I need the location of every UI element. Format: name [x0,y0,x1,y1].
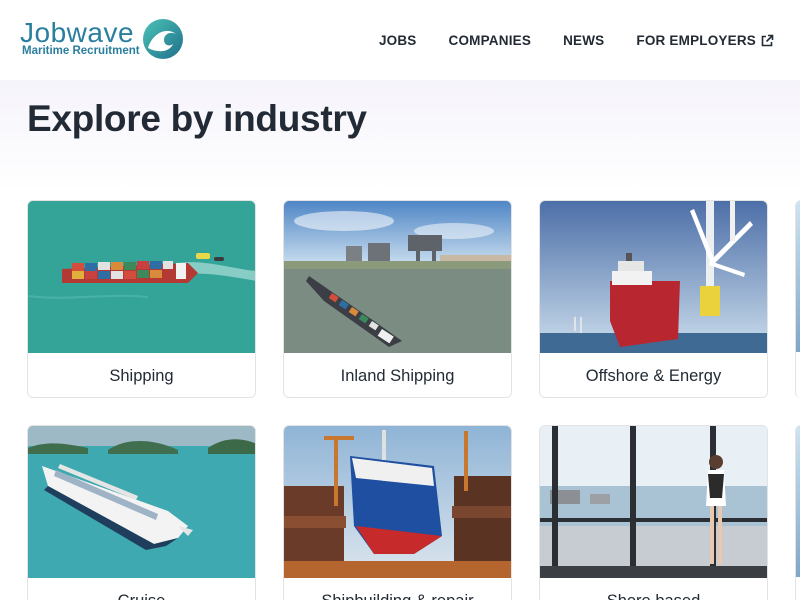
industry-card-label: Cruise [28,578,255,600]
shipbuilding-repair-image [284,426,511,578]
partial-card-image [796,200,800,352]
partial-card-image [796,425,800,577]
shipping-image [28,201,255,353]
nav-companies[interactable]: COMPANIES [449,33,532,49]
nav-jobs[interactable]: JOBS [379,33,417,49]
wave-icon [143,19,183,59]
nav-news-label: NEWS [563,33,605,48]
nav-jobs-label: JOBS [378,33,417,48]
industry-card-shipbuilding-repair[interactable]: Shipbuilding & repair [283,425,512,600]
nav-news[interactable]: NEWS [563,33,604,49]
industry-card-partial[interactable] [795,200,800,398]
offshore-energy-image [540,201,767,353]
industry-card-label: Shipbuilding & repair [284,578,511,600]
main-nav: JOBS COMPANIES NEWS FOR EMPLOYERS [379,33,774,49]
brand-logo[interactable]: Jobwave Maritime Recruitment [20,16,190,64]
industry-card-label: Inland Shipping [340,366,455,385]
cruise-image [28,426,255,578]
industry-card-label: Shipping [109,366,174,385]
industry-card-offshore-energy[interactable]: Offshore & Energy [539,200,768,398]
industry-card-shore-based[interactable]: Shore based [539,425,768,600]
industry-card-cruise[interactable]: Cruise [27,425,256,600]
site-header: Jobwave Maritime Recruitment JOBS COMPAN… [0,0,800,80]
nav-for-employers[interactable]: FOR EMPLOYERS [636,33,774,49]
page-title: Explore by industry [27,98,367,139]
brand-tagline: Maritime Recruitment [22,45,140,57]
industry-card-inland-shipping[interactable]: Inland Shipping [283,200,512,398]
industry-card-label: Offshore & Energy [585,366,722,385]
nav-for-employers-label: FOR EMPLOYERS [636,33,756,48]
external-link-icon [761,34,774,47]
shore-based-image [540,426,767,578]
industry-card-label: Shore based [540,578,767,600]
industry-card-partial[interactable] [795,425,800,600]
industry-card-shipping[interactable]: Shipping [27,200,256,398]
inland-shipping-image [284,201,511,353]
brand-name: Jobwave [20,17,135,48]
nav-companies-label: COMPANIES [448,33,532,48]
